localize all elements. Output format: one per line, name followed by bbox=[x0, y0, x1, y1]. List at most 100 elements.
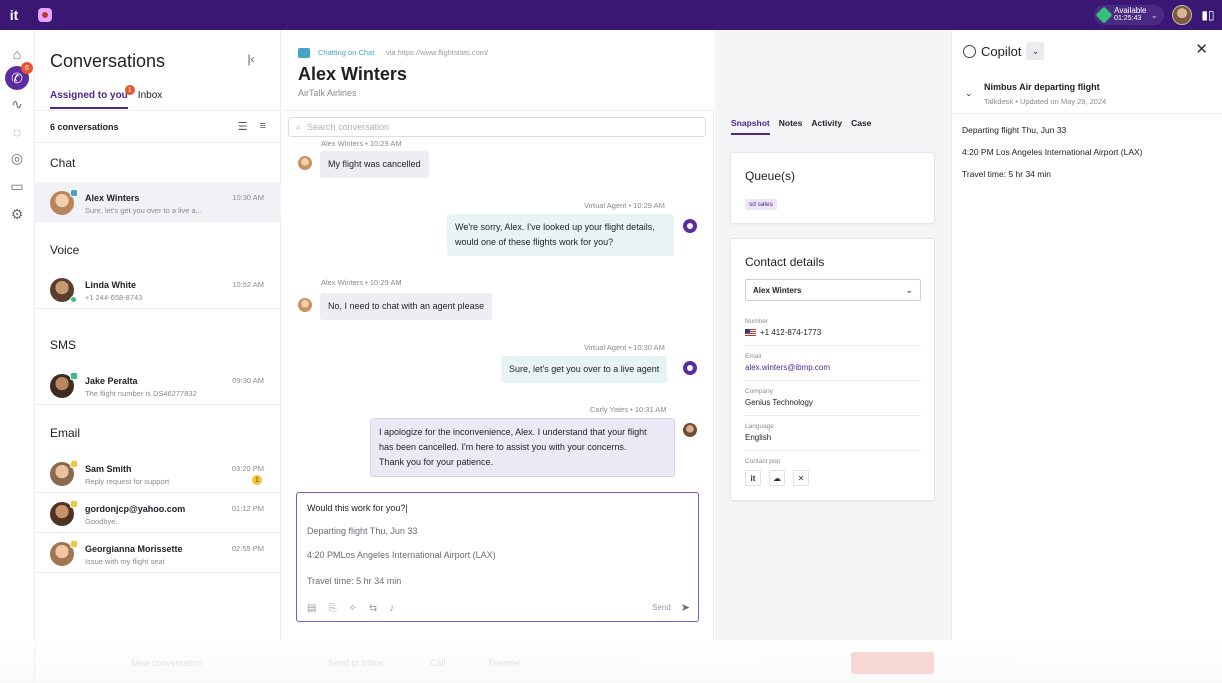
field-value-row: +1 412-874-1773 bbox=[745, 328, 921, 337]
field-label: Contact pop bbox=[745, 458, 781, 465]
field-number: Number +1 412-874-1773 bbox=[745, 318, 921, 337]
tab-activity[interactable]: Activity bbox=[811, 118, 842, 135]
conversation-item-alex-winters[interactable]: Alex Winters Sure, let's get you over to… bbox=[35, 182, 281, 222]
field-email: Email alex.winters@ibmp.com bbox=[745, 353, 921, 372]
message-line: has been cancelled. I'm here to assist y… bbox=[379, 442, 627, 452]
phone-number[interactable]: +1 412-874-1773 bbox=[760, 328, 821, 337]
collapse-panel-icon[interactable]: |‹ bbox=[241, 52, 261, 70]
sms-channel-icon bbox=[70, 372, 78, 380]
conversation-time: 02:55 PM bbox=[231, 544, 264, 553]
email-link[interactable]: alex.winters@ibmp.com bbox=[745, 363, 921, 372]
field-label: Language bbox=[745, 423, 774, 430]
new-conversation-button[interactable]: New conversation bbox=[131, 658, 203, 668]
end-chat-button[interactable] bbox=[851, 652, 934, 674]
email-channel-icon bbox=[70, 500, 78, 508]
talkdesk-pop-icon[interactable]: it bbox=[745, 470, 761, 486]
customer-avatar bbox=[298, 298, 312, 312]
snapshot-tabs: Snapshot Notes Activity Case bbox=[731, 118, 871, 135]
conversation-item-sam-smith[interactable]: Sam Smith Reply request for support 03:2… bbox=[35, 453, 281, 493]
copilot-dropdown[interactable]: ⌄ bbox=[1026, 42, 1045, 60]
chat-channel-icon bbox=[298, 48, 310, 58]
message-line: Thank you for your patience. bbox=[379, 457, 494, 467]
message-line: would one of these flights work for you? bbox=[455, 237, 614, 247]
send-button[interactable]: Send ➤ bbox=[652, 601, 690, 614]
conversation-name: Sam Smith bbox=[85, 464, 132, 474]
conversation-count-row: 6 conversations ☰ ≡ bbox=[35, 110, 281, 143]
avatar bbox=[50, 372, 78, 398]
conversation-preview: The flight number is DS46277832 bbox=[85, 389, 197, 398]
field-label: Company bbox=[745, 388, 773, 395]
chat-transcript: ⌕ Search conversation Alex Winters • 10:… bbox=[282, 110, 714, 640]
field-label: Number bbox=[745, 318, 769, 325]
settings-icon[interactable]: ⚙ bbox=[5, 202, 29, 226]
avatar bbox=[50, 460, 78, 486]
group-title-sms: SMS bbox=[50, 338, 77, 352]
conversation-tabs: Assigned to you 1 Inbox bbox=[50, 85, 162, 109]
search-conversation-input[interactable]: ⌕ Search conversation bbox=[288, 117, 706, 137]
send-icon: ➤ bbox=[680, 602, 690, 614]
tab-label: Assigned to you bbox=[50, 90, 128, 101]
salesforce-pop-icon[interactable]: ☁ bbox=[769, 470, 785, 486]
contacts-icon[interactable]: ◎ bbox=[5, 146, 29, 170]
tab-label: Inbox bbox=[137, 90, 163, 101]
app-launcher-icon[interactable] bbox=[38, 8, 52, 22]
queues-card: Queue(s) sd sales bbox=[730, 152, 935, 224]
ai-assist-icon[interactable]: ✧ bbox=[348, 603, 356, 614]
attachment-icon[interactable]: ⎘ bbox=[328, 603, 336, 614]
tab-case[interactable]: Case bbox=[851, 118, 871, 135]
panel-toggle-icon[interactable]: ▮▯ bbox=[1200, 7, 1216, 23]
conversations-icon[interactable]: ✆ 6 bbox=[5, 62, 33, 90]
message-meta: Carly Yates • 10:31 AM bbox=[590, 405, 667, 414]
database-icon[interactable]: ▭ bbox=[5, 174, 29, 198]
chevron-down-icon[interactable]: ⌄ bbox=[965, 88, 973, 99]
conversation-time: 10:30 AM bbox=[232, 193, 264, 202]
contact-select[interactable]: Alex Winters ⌄ bbox=[745, 279, 921, 301]
call-button[interactable]: Call bbox=[430, 658, 446, 668]
sort-icon[interactable]: ☰ bbox=[238, 120, 248, 133]
copilot-panel: Copilot ⌄ ✕ ⌄ Nimbus Air departing fligh… bbox=[951, 30, 1222, 640]
queues-title: Queue(s) bbox=[745, 169, 796, 183]
conversation-item-georgianna-morissette[interactable]: Georgianna Morissette Issue with my flig… bbox=[35, 533, 281, 573]
conversation-preview: Sure, let's get you over to a live a... bbox=[85, 206, 202, 215]
agent-status-selector[interactable]: Available 01:25:43 ⌄ bbox=[1094, 5, 1164, 25]
conversation-item-jake-peralta[interactable]: Jake Peralta The flight number is DS4627… bbox=[35, 365, 281, 405]
conversation-preview: Reply request for support bbox=[85, 477, 170, 486]
conversations-panel: Conversations |‹ Assigned to you 1 Inbox… bbox=[35, 30, 281, 640]
templates-icon[interactable]: ▤ bbox=[307, 603, 316, 614]
zendesk-pop-icon[interactable]: ✕ bbox=[793, 470, 809, 486]
app-window: it Available 01:25:43 ⌄ ▮▯ ⌂ ✆ 6 ∿ ◌ ◎ ▭… bbox=[0, 0, 1222, 683]
conversation-item-gordonjcp[interactable]: gordonjcp@yahoo.com Goodbye. 01:12 PM bbox=[35, 493, 281, 533]
conversation-name: Linda White bbox=[85, 280, 136, 290]
composer-line: Would this work for you?| bbox=[307, 503, 408, 513]
avatar bbox=[50, 500, 78, 526]
conversation-name: Alex Winters bbox=[85, 193, 140, 203]
tab-notes[interactable]: Notes bbox=[779, 118, 803, 135]
message-meta: Alex Winters • 10:29 AM bbox=[321, 278, 402, 287]
activity-icon[interactable]: ∿ bbox=[5, 92, 29, 116]
send-to-inbox-button[interactable]: Send to Inbox bbox=[328, 658, 384, 668]
tab-assigned-to-you[interactable]: Assigned to you 1 bbox=[50, 85, 135, 109]
filter-icon[interactable]: ≡ bbox=[260, 120, 266, 133]
search-icon: ⌕ bbox=[296, 121, 302, 132]
message-composer[interactable]: Would this work for you?| Departing flig… bbox=[296, 492, 699, 622]
tab-inbox[interactable]: Inbox bbox=[138, 90, 162, 109]
copilot-card-title: Nimbus Air departing flight bbox=[984, 82, 1100, 92]
agent-avatar bbox=[683, 423, 697, 437]
conversation-item-linda-white[interactable]: Linda White +1 244-658-8743 10:52 AM bbox=[35, 269, 281, 309]
conversation-time: 09:30 AM bbox=[232, 376, 264, 385]
format-icon[interactable]: ♪ bbox=[389, 603, 394, 614]
close-icon[interactable]: ✕ bbox=[1195, 40, 1208, 58]
conversations-badge: 6 bbox=[21, 62, 33, 74]
conversation-preview: Goodbye. bbox=[85, 517, 118, 526]
user-avatar[interactable] bbox=[1172, 5, 1192, 25]
unread-badge: 1 bbox=[252, 475, 262, 485]
email-channel-icon bbox=[70, 540, 78, 548]
group-title-voice: Voice bbox=[50, 243, 80, 257]
tab-snapshot[interactable]: Snapshot bbox=[731, 118, 770, 135]
chat-icon[interactable]: ◌ bbox=[5, 120, 29, 144]
avatar bbox=[50, 540, 78, 566]
message-bubble-agent: I apologize for the inconvenience, Alex.… bbox=[370, 418, 675, 477]
canned-response-icon[interactable]: ⇆ bbox=[369, 603, 377, 614]
transfer-button[interactable]: Transfer bbox=[488, 658, 521, 668]
message-meta: Alex Winters • 10:29 AM bbox=[321, 139, 402, 148]
